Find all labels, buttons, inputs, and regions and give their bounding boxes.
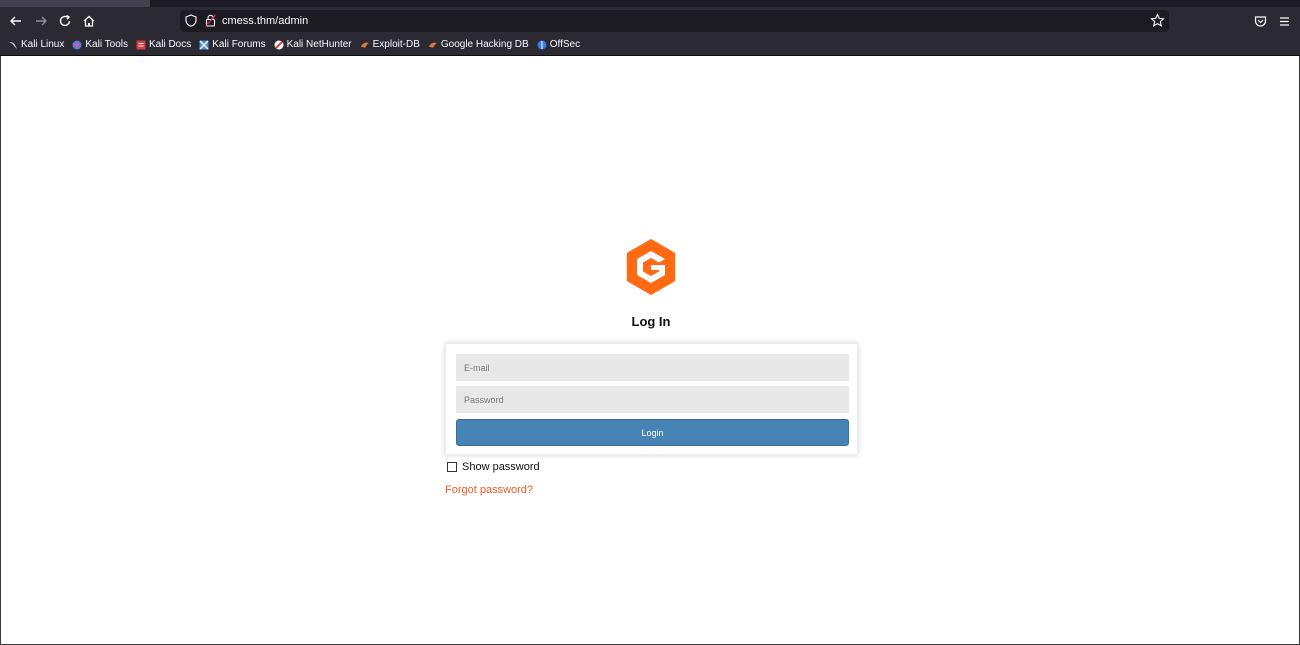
bookmark-kali-tools[interactable]: Kali Tools	[72, 36, 128, 54]
reload-button[interactable]	[54, 10, 76, 32]
tab-strip	[0, 0, 1300, 7]
navigation-toolbar: cmess.thm/admin	[0, 7, 1300, 35]
forgot-password-link[interactable]: Forgot password?	[445, 484, 533, 496]
ghdb-icon	[428, 42, 437, 48]
url-text[interactable]: cmess.thm/admin	[222, 14, 308, 28]
bookmark-kali-forums[interactable]: Kali Forums	[199, 36, 266, 54]
pocket-icon	[1254, 15, 1266, 27]
shield-icon[interactable]	[185, 14, 197, 27]
bookmark-kali-docs[interactable]: Kali Docs	[136, 36, 191, 54]
bookmark-kali-nethunter[interactable]: Kali NetHunter	[274, 36, 352, 54]
arrow-right-icon	[36, 16, 47, 26]
hamburger-menu-icon	[1279, 16, 1289, 26]
login-button[interactable]: Login	[456, 419, 849, 446]
lock-insecure-icon[interactable]	[205, 14, 216, 27]
pocket-button[interactable]	[1249, 10, 1271, 32]
kali-nethunter-icon	[274, 40, 284, 50]
bookmark-star-icon[interactable]	[1150, 13, 1165, 28]
address-bar[interactable]: cmess.thm/admin	[180, 10, 1169, 32]
bookmark-offsec[interactable]: OffSec	[537, 36, 580, 54]
kali-tools-icon	[72, 40, 82, 50]
kali-dragon-icon	[9, 42, 17, 49]
page-content: Log In Login Show password Forgot passwo…	[0, 56, 1300, 645]
bookmark-google-hacking-db[interactable]: Google Hacking DB	[428, 36, 529, 54]
arrow-left-icon	[10, 16, 21, 26]
bookmark-exploit-db[interactable]: Exploit-DB	[360, 36, 420, 54]
active-tab[interactable]	[0, 0, 150, 7]
brand-logo-icon	[626, 239, 676, 295]
show-password-label[interactable]: Show password	[462, 461, 540, 473]
menu-button[interactable]	[1273, 10, 1295, 32]
password-field[interactable]	[456, 386, 849, 413]
bookmarks-toolbar: Kali Linux Kali Tools Kali Docs Kali For…	[0, 35, 1300, 55]
kali-docs-icon	[136, 40, 146, 50]
home-button[interactable]	[78, 10, 100, 32]
forward-button[interactable]	[30, 10, 52, 32]
exploit-db-icon	[360, 42, 369, 48]
login-title: Log In	[631, 314, 671, 329]
reload-icon	[59, 14, 71, 27]
browser-chrome: cmess.thm/admin Kali Linux Kali Tools Ka…	[0, 0, 1300, 56]
home-icon	[83, 15, 95, 27]
offsec-icon	[537, 40, 547, 50]
bookmark-kali-linux[interactable]: Kali Linux	[8, 36, 64, 54]
email-field[interactable]	[456, 354, 849, 381]
back-button[interactable]	[5, 10, 27, 32]
kali-forums-icon	[199, 40, 209, 50]
show-password-checkbox[interactable]	[447, 462, 457, 472]
show-password-row: Show password	[447, 460, 540, 474]
login-form: Login	[445, 343, 858, 455]
